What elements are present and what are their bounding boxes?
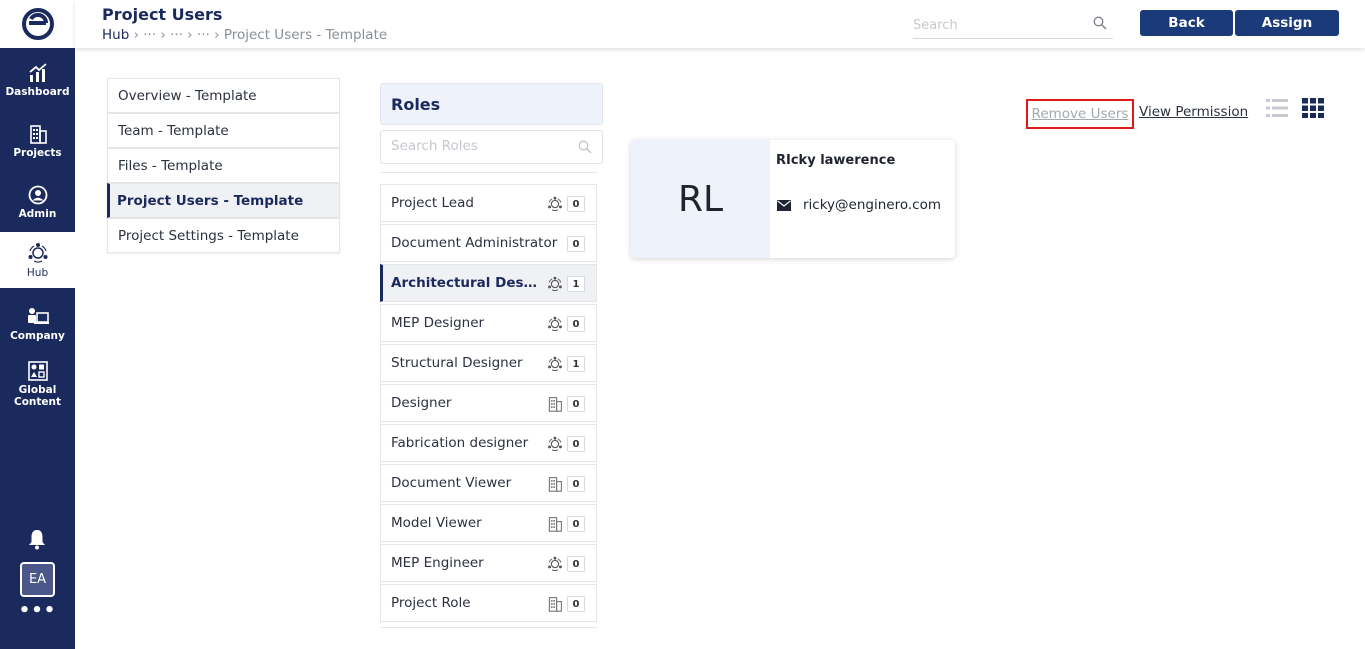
role-row[interactable]: Project Role 0 bbox=[380, 584, 597, 622]
breadcrumb-root[interactable]: Hub bbox=[102, 27, 129, 43]
breadcrumb-path: › ··· › ··· › ··· › Project Users - Temp… bbox=[129, 27, 388, 43]
chart-up-icon bbox=[28, 62, 47, 82]
role-row[interactable]: Model Viewer 0 bbox=[380, 504, 597, 542]
role-name: Fabrication designer bbox=[391, 435, 529, 451]
role-row[interactable]: Fabrication designer 0 bbox=[380, 424, 597, 462]
more-options-button[interactable]: ••• bbox=[0, 600, 75, 621]
sidebar-label: Projects bbox=[13, 146, 62, 159]
sidebar-label: Company bbox=[10, 329, 65, 342]
role-name: Architectural Designer bbox=[391, 275, 541, 291]
bell-icon bbox=[29, 530, 45, 550]
role-name: Designer bbox=[391, 395, 452, 411]
sidebar-item-global-content[interactable]: Global Content bbox=[0, 354, 75, 414]
project-menu: Overview - Template Team - Template File… bbox=[107, 78, 340, 253]
role-count: 1 bbox=[567, 356, 585, 372]
menu-item-project-users[interactable]: Project Users - Template bbox=[107, 183, 340, 218]
menu-item-team[interactable]: Team - Template bbox=[107, 113, 340, 148]
role-name: MEP Designer bbox=[391, 315, 485, 331]
back-button[interactable]: Back bbox=[1140, 10, 1233, 36]
shapes-icon bbox=[27, 360, 48, 381]
sidebar-item-hub[interactable]: Hub bbox=[0, 232, 75, 288]
role-row[interactable]: MEP Designer 0 bbox=[380, 304, 597, 342]
role-name: MEP Engineer bbox=[391, 555, 484, 571]
sidebar-label: Admin bbox=[18, 207, 57, 220]
app-logo[interactable] bbox=[0, 0, 75, 48]
role-row[interactable]: Document Administrator 0 bbox=[380, 224, 597, 262]
role-row[interactable]: Document Viewer 0 bbox=[380, 464, 597, 502]
company-icon bbox=[27, 307, 49, 324]
hub-icon bbox=[548, 436, 562, 451]
role-name: Project Lead bbox=[391, 195, 474, 211]
user-circle-icon bbox=[28, 185, 47, 204]
building-icon bbox=[548, 517, 562, 532]
search-icon[interactable] bbox=[1093, 16, 1107, 30]
menu-item-project-settings[interactable]: Project Settings - Template bbox=[107, 218, 340, 253]
role-row[interactable]: MEP Engineer 0 bbox=[380, 544, 597, 582]
role-count: 0 bbox=[567, 596, 585, 612]
hub-icon bbox=[548, 196, 562, 211]
role-count: 0 bbox=[567, 556, 585, 572]
building-icon bbox=[548, 597, 562, 612]
hub-icon bbox=[548, 556, 562, 571]
header-search-input[interactable] bbox=[913, 14, 1083, 37]
sidebar-item-dashboard[interactable]: Dashboard bbox=[0, 52, 75, 108]
grid-view-icon[interactable] bbox=[1302, 98, 1326, 118]
hub-icon bbox=[548, 356, 562, 371]
remove-users-link[interactable]: Remove Users bbox=[1026, 99, 1134, 129]
sidebar-label: Global Content bbox=[13, 383, 62, 408]
user-email: ricky@enginero.com bbox=[803, 197, 941, 213]
role-row[interactable]: Project Lead 0 bbox=[380, 184, 597, 222]
role-name: Model Viewer bbox=[391, 515, 482, 531]
user-card[interactable]: RL RIcky lawerence ricky@enginero.com bbox=[631, 140, 955, 258]
sidebar-item-projects[interactable]: Projects bbox=[0, 113, 75, 169]
sidebar-item-company[interactable]: Company bbox=[0, 296, 75, 352]
building-icon bbox=[29, 124, 47, 144]
user-initials: RL bbox=[631, 140, 770, 258]
roles-list[interactable]: Project Lead 0 Document Administrator 0 … bbox=[380, 172, 597, 628]
roles-search bbox=[380, 130, 603, 164]
menu-item-files[interactable]: Files - Template bbox=[107, 148, 340, 183]
role-count: 0 bbox=[567, 396, 585, 412]
page-title: Project Users bbox=[102, 5, 223, 24]
role-count: 0 bbox=[567, 516, 585, 532]
sidebar-label: Dashboard bbox=[5, 85, 70, 98]
role-row[interactable]: Designer 0 bbox=[380, 384, 597, 422]
role-count: 1 bbox=[567, 276, 585, 292]
role-count: 0 bbox=[567, 436, 585, 452]
search-icon[interactable] bbox=[578, 140, 592, 154]
roles-title: Roles bbox=[380, 83, 603, 125]
role-row[interactable]: Structural Designer 1 bbox=[380, 344, 597, 382]
role-name: Document Administrator bbox=[391, 235, 558, 251]
hub-icon bbox=[548, 276, 562, 291]
hub-icon bbox=[548, 316, 562, 331]
assign-button[interactable]: Assign bbox=[1235, 10, 1339, 36]
roles-search-input[interactable] bbox=[391, 131, 571, 161]
role-count: 0 bbox=[567, 236, 585, 252]
list-view-icon[interactable] bbox=[1266, 98, 1288, 118]
menu-item-overview[interactable]: Overview - Template bbox=[107, 78, 340, 113]
mail-icon bbox=[777, 200, 791, 211]
breadcrumb: Hub › ··· › ··· › ··· › Project Users - … bbox=[102, 27, 387, 43]
building-icon bbox=[548, 397, 562, 412]
notifications-button[interactable] bbox=[27, 528, 47, 554]
building-icon bbox=[548, 477, 562, 492]
role-row[interactable]: Architectural Designer 1 bbox=[380, 264, 597, 302]
role-count: 0 bbox=[567, 476, 585, 492]
role-name: Structural Designer bbox=[391, 355, 523, 371]
top-header: Project Users Hub › ··· › ··· › ··· › Pr… bbox=[75, 0, 1365, 48]
sidebar-label: Hub bbox=[26, 266, 49, 279]
role-name: Project Role bbox=[391, 595, 471, 611]
role-count: 0 bbox=[567, 316, 585, 332]
logo-icon bbox=[21, 8, 54, 40]
role-count: 0 bbox=[567, 196, 585, 212]
sidebar: Dashboard Projects Admin Hub Company Glo… bbox=[0, 0, 75, 649]
header-search bbox=[913, 14, 1113, 39]
role-name: Document Viewer bbox=[391, 475, 512, 491]
sidebar-item-admin[interactable]: Admin bbox=[0, 174, 75, 230]
hub-icon bbox=[28, 242, 47, 263]
user-name: RIcky lawerence bbox=[776, 153, 896, 168]
user-avatar[interactable]: EA bbox=[20, 562, 55, 597]
view-permission-link[interactable]: View Permission bbox=[1139, 104, 1248, 120]
